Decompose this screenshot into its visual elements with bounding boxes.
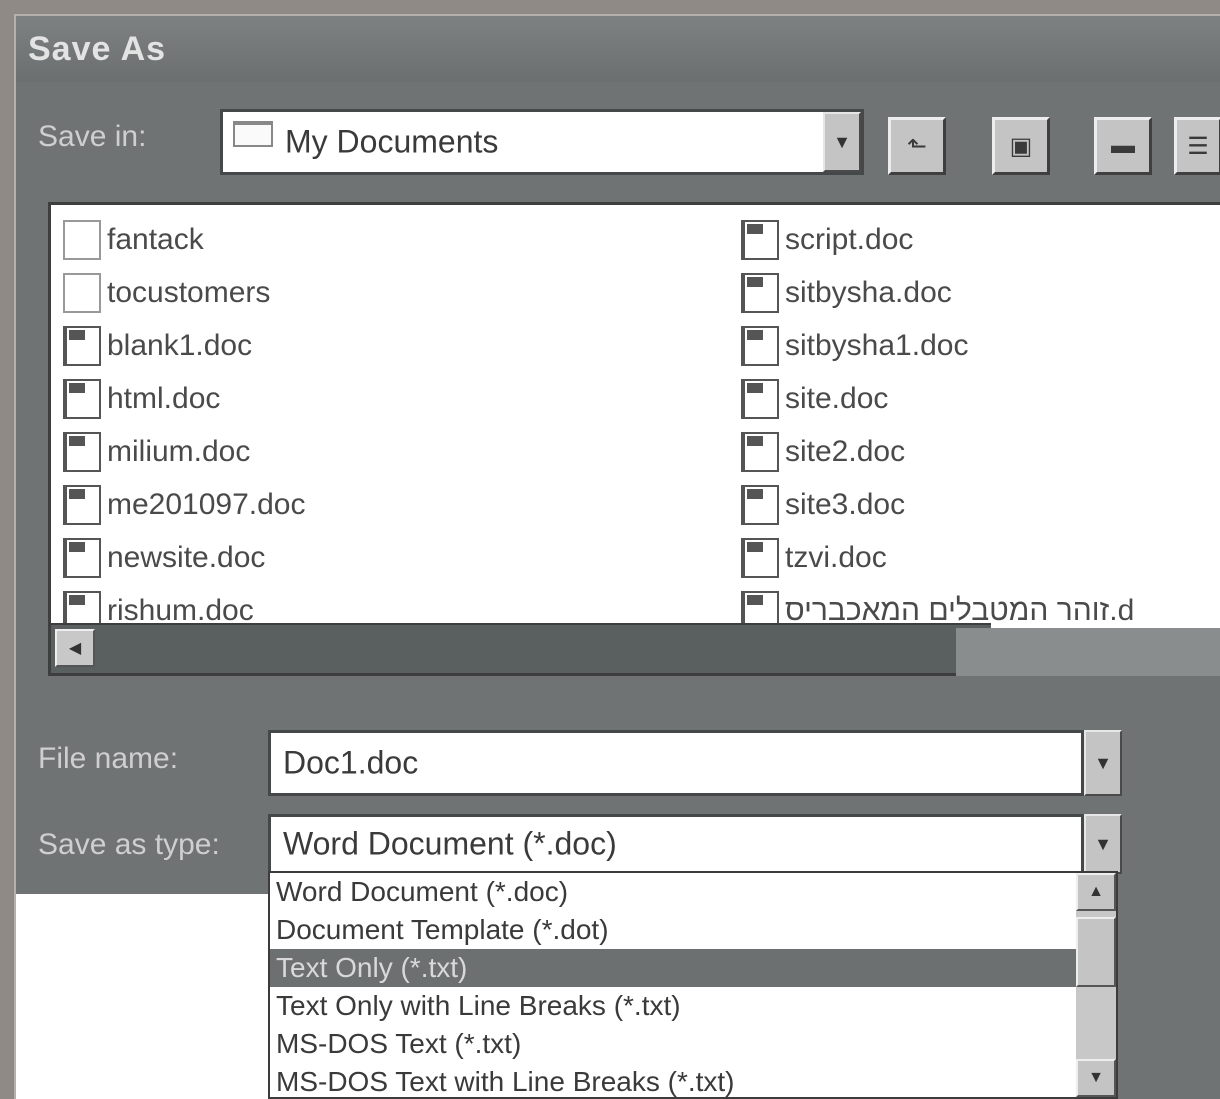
folder-icon bbox=[233, 121, 273, 147]
save-as-type-dropdown-icon[interactable]: ▼ bbox=[1084, 814, 1122, 874]
word-document-icon bbox=[63, 485, 101, 525]
folder-item[interactable]: fantack bbox=[63, 215, 204, 265]
scroll-left-icon[interactable]: ◀ bbox=[55, 629, 95, 667]
file-name-text: script.doc bbox=[785, 223, 914, 256]
word-document-icon bbox=[741, 432, 779, 472]
new-folder-button[interactable]: ▬ bbox=[1094, 117, 1152, 175]
title-bar[interactable]: Save As bbox=[16, 16, 1220, 82]
file-name-text: tocustomers bbox=[107, 276, 271, 309]
file-item[interactable]: site2.doc bbox=[741, 427, 905, 477]
up-folder-button[interactable]: ⬑ bbox=[888, 117, 946, 175]
file-item[interactable]: script.doc bbox=[741, 215, 913, 265]
word-document-icon bbox=[63, 326, 101, 366]
file-item[interactable]: newsite.doc bbox=[63, 533, 265, 583]
scroll-down-icon[interactable]: ▼ bbox=[1076, 1059, 1116, 1097]
dropdown-option[interactable]: Text Only (*.txt) bbox=[270, 949, 1084, 987]
file-name-dropdown-icon[interactable]: ▼ bbox=[1084, 730, 1122, 796]
file-name-text: html.doc bbox=[107, 382, 221, 415]
file-name-text: milium.doc bbox=[107, 435, 251, 468]
word-document-icon bbox=[741, 326, 779, 366]
word-document-icon bbox=[741, 220, 779, 260]
word-document-icon bbox=[63, 538, 101, 578]
file-item[interactable]: blank1.doc bbox=[63, 321, 252, 371]
file-name-text: site2.doc bbox=[785, 435, 906, 468]
new-folder-icon: ▬ bbox=[1111, 132, 1135, 159]
dropdown-option[interactable]: MS-DOS Text (*.txt) bbox=[270, 1025, 1084, 1063]
dialog-title: Save As bbox=[28, 30, 167, 68]
scroll-up-icon[interactable]: ▲ bbox=[1076, 873, 1116, 911]
word-document-icon bbox=[63, 379, 101, 419]
up-folder-icon: ⬑ bbox=[906, 132, 928, 160]
file-name-input[interactable]: Doc1.doc bbox=[268, 730, 1084, 796]
save-as-type-select[interactable]: Word Document (*.doc) bbox=[268, 814, 1084, 874]
word-document-icon bbox=[741, 485, 779, 525]
desktop-icon: ▣ bbox=[1009, 132, 1033, 160]
list-view-button[interactable]: ☰ bbox=[1174, 117, 1220, 175]
word-document-icon bbox=[741, 538, 779, 578]
word-document-icon bbox=[63, 432, 101, 472]
list-view-icon: ☰ bbox=[1187, 132, 1209, 160]
dropdown-option[interactable]: Text Only with Line Breaks (*.txt) bbox=[270, 987, 1084, 1025]
scroll-thumb[interactable] bbox=[1076, 917, 1116, 987]
save-in-label: Save in: bbox=[38, 120, 147, 153]
folder-item[interactable]: tocustomers bbox=[63, 268, 270, 318]
file-name-text: newsite.doc bbox=[107, 541, 266, 574]
file-item[interactable]: site3.doc bbox=[741, 480, 905, 530]
file-list[interactable]: fantack tocustomers blank1.doc html.doc mili… bbox=[48, 202, 1220, 676]
file-item[interactable]: site.doc bbox=[741, 374, 888, 424]
file-name-text: sitbysha1.doc bbox=[785, 329, 969, 362]
file-item[interactable]: milium.doc bbox=[63, 427, 250, 477]
file-name-text: sitbysha.doc bbox=[785, 276, 952, 309]
save-as-type-dropdown-list[interactable]: Word Document (*.doc) Document Template (… bbox=[268, 871, 1118, 1099]
save-in-value: My Documents bbox=[285, 123, 499, 160]
desktop-button[interactable]: ▣ bbox=[992, 117, 1050, 175]
chevron-down-icon[interactable]: ▼ bbox=[823, 112, 861, 172]
save-in-combo[interactable]: My Documents ▼ bbox=[220, 109, 864, 175]
file-item[interactable]: me201097.doc bbox=[63, 480, 306, 530]
dropdown-vertical-scrollbar[interactable]: ▲ ▼ bbox=[1076, 873, 1116, 1097]
file-item[interactable]: html.doc bbox=[63, 374, 220, 424]
save-as-type-value: Word Document (*.doc) bbox=[283, 825, 617, 862]
dropdown-option[interactable]: Document Template (*.dot) bbox=[270, 911, 1084, 949]
file-name-text: me201097.doc bbox=[107, 488, 306, 521]
folder-icon bbox=[63, 273, 101, 313]
file-item[interactable]: sitbysha.doc bbox=[741, 268, 952, 318]
file-name-value: Doc1.doc bbox=[283, 744, 419, 781]
file-name-label: File name: bbox=[38, 742, 179, 775]
folder-icon bbox=[63, 220, 101, 260]
file-name-text: tzvi.doc bbox=[785, 541, 887, 574]
word-document-icon bbox=[741, 379, 779, 419]
dropdown-option[interactable]: MS-DOS Text with Line Breaks (*.txt) bbox=[270, 1063, 1084, 1097]
file-name-text: blank1.doc bbox=[107, 329, 253, 362]
file-item[interactable]: tzvi.doc bbox=[741, 533, 887, 583]
file-name-text: fantack bbox=[107, 223, 204, 256]
dialog-lower-area bbox=[16, 894, 268, 1099]
scroll-track-right bbox=[956, 628, 1220, 676]
save-as-type-label: Save as type: bbox=[38, 828, 220, 861]
dropdown-option[interactable]: Word Document (*.doc) bbox=[270, 873, 1084, 911]
horizontal-scrollbar[interactable]: ◀ bbox=[51, 623, 991, 673]
word-document-icon bbox=[741, 273, 779, 313]
save-as-dialog: Save As Save in: My Documents ▼ ⬑ ▣ ▬ ☰ … bbox=[14, 14, 1220, 1099]
file-item[interactable]: sitbysha1.doc bbox=[741, 321, 968, 371]
file-name-text: site.doc bbox=[785, 382, 889, 415]
file-name-text: site3.doc bbox=[785, 488, 906, 521]
